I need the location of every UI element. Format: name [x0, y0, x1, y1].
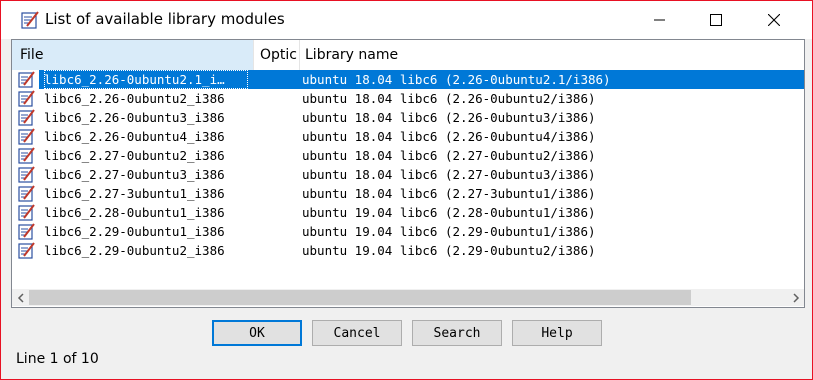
maximize-button[interactable]: [688, 1, 744, 39]
maximize-icon: [710, 14, 722, 26]
list-header: File Optic Library name: [12, 40, 804, 70]
list-row[interactable]: libc6_2.29-0ubuntu1_i386 ubuntu 19.04 li…: [12, 222, 804, 241]
file-cell: libc6_2.26-0ubuntu2.1_i…: [44, 70, 248, 89]
ok-button[interactable]: OK: [212, 320, 302, 346]
file-cell: libc6_2.28-0ubuntu1_i386: [44, 205, 225, 220]
list-row[interactable]: libc6_2.26-0ubuntu2_i386 ubuntu 18.04 li…: [12, 89, 804, 108]
library-module-icon: [18, 166, 35, 183]
scroll-right-button[interactable]: [787, 289, 804, 306]
column-header-options[interactable]: Optic: [254, 40, 300, 70]
list-row[interactable]: libc6_2.26-0ubuntu2.1_i… ubuntu 18.04 li…: [12, 70, 804, 89]
library-name-cell: ubuntu 19.04 libc6 (2.28-0ubuntu1/i386): [302, 205, 596, 220]
list-rows: libc6_2.26-0ubuntu2.1_i… ubuntu 18.04 li…: [12, 70, 804, 260]
library-name-cell: ubuntu 19.04 libc6 (2.29-0ubuntu2/i386): [302, 243, 596, 258]
library-module-icon: [18, 128, 35, 145]
library-module-icon: [18, 185, 35, 202]
library-name-cell: ubuntu 18.04 libc6 (2.26-0ubuntu3/i386): [302, 110, 596, 125]
help-button[interactable]: Help: [512, 320, 602, 346]
library-name-cell: ubuntu 18.04 libc6 (2.27-0ubuntu3/i386): [302, 167, 596, 182]
close-icon: [768, 14, 780, 26]
file-cell: libc6_2.26-0ubuntu2_i386: [44, 91, 225, 106]
list-row[interactable]: libc6_2.26-0ubuntu3_i386 ubuntu 18.04 li…: [12, 108, 804, 127]
library-module-icon: [18, 109, 35, 126]
list-row[interactable]: libc6_2.28-0ubuntu1_i386 ubuntu 19.04 li…: [12, 203, 804, 222]
library-module-icon: [18, 204, 35, 221]
column-header-library-name[interactable]: Library name: [300, 40, 804, 70]
file-cell: libc6_2.26-0ubuntu4_i386: [44, 129, 225, 144]
library-module-icon: [18, 71, 35, 88]
search-button[interactable]: Search: [412, 320, 502, 346]
library-module-icon: [18, 90, 35, 107]
library-name-cell: ubuntu 18.04 libc6 (2.27-0ubuntu2/i386): [302, 148, 596, 163]
chevron-left-icon: [17, 292, 24, 303]
window-title: List of available library modules: [45, 10, 285, 28]
file-cell: libc6_2.29-0ubuntu2_i386: [44, 243, 225, 258]
chevron-right-icon: [792, 292, 799, 303]
library-name-cell: ubuntu 18.04 libc6 (2.26-0ubuntu2/i386): [302, 91, 596, 106]
list-row[interactable]: libc6_2.27-0ubuntu2_i386 ubuntu 18.04 li…: [12, 146, 804, 165]
library-module-icon: [18, 223, 35, 240]
minimize-icon: [654, 19, 665, 21]
file-cell: libc6_2.27-0ubuntu3_i386: [44, 167, 225, 182]
close-button[interactable]: [746, 1, 802, 39]
library-name-cell: ubuntu 18.04 libc6 (2.26-0ubuntu2.1/i386…: [302, 72, 611, 87]
library-module-icon: [18, 242, 35, 259]
library-name-cell: ubuntu 19.04 libc6 (2.29-0ubuntu1/i386): [302, 224, 596, 239]
cancel-button[interactable]: Cancel: [312, 320, 402, 346]
file-cell: libc6_2.26-0ubuntu3_i386: [44, 110, 225, 125]
file-cell: libc6_2.29-0ubuntu1_i386: [44, 224, 225, 239]
list-row[interactable]: libc6_2.27-3ubuntu1_i386 ubuntu 18.04 li…: [12, 184, 804, 203]
horizontal-scrollbar[interactable]: [12, 289, 804, 306]
list-row[interactable]: libc6_2.27-0ubuntu3_i386 ubuntu 18.04 li…: [12, 165, 804, 184]
file-cell: libc6_2.27-0ubuntu2_i386: [44, 148, 225, 163]
file-cell: libc6_2.27-3ubuntu1_i386: [44, 186, 225, 201]
list-row[interactable]: libc6_2.29-0ubuntu2_i386 ubuntu 19.04 li…: [12, 241, 804, 260]
library-name-cell: ubuntu 18.04 libc6 (2.26-0ubuntu4/i386): [302, 129, 596, 144]
library-modules-dialog: List of available library modules File O…: [0, 0, 813, 380]
title-bar[interactable]: List of available library modules: [1, 1, 812, 39]
library-module-icon: [21, 11, 39, 29]
library-list[interactable]: File Optic Library name libc6_2.26-0ubun…: [11, 39, 805, 308]
scrollbar-thumb[interactable]: [29, 290, 691, 305]
status-line: Line 1 of 10: [16, 351, 99, 367]
scroll-left-button[interactable]: [12, 289, 29, 306]
column-header-file[interactable]: File: [12, 40, 254, 70]
library-module-icon: [18, 147, 35, 164]
minimize-button[interactable]: [632, 1, 688, 39]
list-row[interactable]: libc6_2.26-0ubuntu4_i386 ubuntu 18.04 li…: [12, 127, 804, 146]
library-name-cell: ubuntu 18.04 libc6 (2.27-3ubuntu1/i386): [302, 186, 596, 201]
